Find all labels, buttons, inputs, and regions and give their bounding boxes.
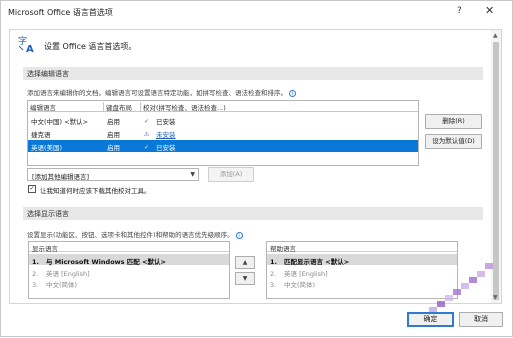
display-language-list[interactable]: 显示语言 1. 与 Microsoft Windows 匹配 <默认> 2. 英语 … — [28, 241, 230, 299]
info-icon[interactable]: i — [235, 231, 243, 239]
row-proofing-text: 已安装 — [156, 118, 176, 126]
item-label: 中文(简体) — [46, 281, 78, 289]
check-icon: ✓ — [144, 144, 150, 151]
table-row[interactable]: 中文(中国) <默认> 启用 ✓ 已安装 — [28, 114, 418, 126]
row-language: 中文(中国) <默认> — [31, 118, 89, 126]
cancel-button[interactable]: 取消 — [459, 312, 503, 327]
row-proofing-text: 已安装 — [156, 144, 176, 152]
dialog-title: Microsoft Office 语言首选项 — [8, 8, 113, 17]
list-item[interactable]: 2. 英语 [English] — [267, 266, 457, 278]
display-section-bar: 选择显示语言 — [23, 207, 483, 220]
arrow-up-icon: ▲ — [242, 259, 248, 266]
item-label: 匹配显示语言 <默认> — [284, 258, 350, 266]
scroll-up-icon[interactable]: ▲ — [493, 32, 498, 39]
download-tools-checkbox[interactable]: ✓ — [28, 185, 36, 193]
close-button[interactable]: ✕ — [485, 4, 494, 17]
ok-button[interactable]: 确定 — [407, 312, 454, 327]
header-text: 设置 Office 语言首选项。 — [44, 42, 137, 51]
list-item-selected[interactable]: 1. 匹配显示语言 <默认> — [267, 254, 457, 266]
column-header-proofing[interactable]: 校对(拼写检查、语法检查...) — [141, 102, 261, 112]
svg-text:A: A — [26, 44, 34, 54]
row-proofing: ⚠ 未安装 — [144, 129, 176, 139]
list-item-selected[interactable]: 1. 与 Microsoft Windows 匹配 <默认> — [29, 254, 229, 266]
move-down-button[interactable]: ▼ — [235, 272, 255, 285]
item-label: 与 Microsoft Windows 匹配 <默认> — [46, 258, 166, 266]
item-number: 1. — [32, 258, 39, 266]
title-bar: Microsoft Office 语言首选项 ? ✕ — [1, 1, 512, 25]
row-proofing: ✓ 已安装 — [144, 142, 176, 152]
vertical-scrollbar[interactable]: ▲ ▼ — [491, 29, 502, 304]
language-icon: 字 A — [18, 35, 34, 54]
display-section-title: 选择显示语言 — [27, 210, 69, 218]
list-item[interactable]: 3. 中文(简体) — [267, 277, 457, 289]
editing-section-title: 选择编辑语言 — [27, 70, 69, 78]
editing-description: 添加语言来编辑你的文档。编辑语言可设置语言特定功能，如拼写检查、语法检查和排序。… — [27, 87, 296, 97]
row-language: 捷克语 — [31, 131, 51, 139]
add-language-dropdown-value: [添加其他编辑语言] — [32, 173, 90, 181]
display-description-text: 设置显示(功能区、按钮、选项卡和其他控件)和帮助的语言优先级顺序。 — [27, 231, 234, 239]
help-language-header: 帮助语言 — [267, 242, 457, 253]
display-language-header: 显示语言 — [29, 242, 229, 253]
editing-language-table: 编辑语言 键盘布局 校对(拼写检查、语法检查...) 中文(中国) <默认> 启… — [27, 100, 419, 166]
info-icon[interactable]: i — [289, 89, 296, 97]
row-language: 英语(美国) — [31, 144, 63, 152]
editing-description-text: 添加语言来编辑你的文档。编辑语言可设置语言特定功能，如拼写检查、语法检查和排序。 — [27, 89, 287, 97]
row-proofing: ✓ 已安装 — [144, 116, 176, 126]
table-row[interactable]: 捷克语 启用 ⚠ 未安装 — [28, 127, 418, 139]
set-default-button[interactable]: 设为默认值(D) — [425, 134, 482, 149]
chevron-down-icon[interactable]: ▼ — [190, 171, 195, 178]
item-number: 3. — [32, 281, 39, 289]
list-item[interactable]: 3. 中文(简体) — [29, 277, 229, 289]
move-up-button[interactable]: ▲ — [235, 256, 255, 269]
item-label: 中文(简体) — [284, 281, 316, 289]
scroll-down-icon[interactable]: ▼ — [493, 294, 498, 301]
row-keyboard: 启用 — [107, 118, 120, 126]
scrollbar-thumb[interactable] — [493, 42, 499, 300]
display-description: 设置显示(功能区、按钮、选项卡和其他控件)和帮助的语言优先级顺序。 i — [27, 229, 243, 239]
item-number: 3. — [270, 281, 277, 289]
item-number: 1. — [270, 258, 277, 266]
column-header-language[interactable]: 编辑语言 — [28, 102, 104, 112]
table-header: 编辑语言 键盘布局 校对(拼写检查、语法检查...) — [28, 101, 418, 112]
warning-icon: ⚠ — [144, 131, 150, 138]
check-icon: ✓ — [144, 118, 150, 125]
add-language-dropdown[interactable]: [添加其他编辑语言] ▼ — [27, 168, 199, 181]
list-item[interactable]: 2. 英语 [English] — [29, 266, 229, 278]
table-row-selected[interactable]: 英语(美国) 启用 ✓ 已安装 — [28, 140, 418, 152]
column-header-keyboard[interactable]: 键盘布局 — [104, 102, 141, 112]
editing-section-bar: 选择编辑语言 — [23, 67, 483, 80]
help-button[interactable]: ? — [457, 6, 462, 16]
arrow-down-icon: ▼ — [242, 275, 248, 282]
download-tools-label[interactable]: 让我知道何时应该下载其他校对工具。 — [40, 185, 151, 195]
row-keyboard: 启用 — [107, 144, 120, 152]
add-button[interactable]: 添加(A) — [208, 167, 254, 182]
not-installed-link[interactable]: 未安装 — [156, 131, 176, 139]
dialog-window: Microsoft Office 语言首选项 ? ✕ ▲ ▼ 字 A 设置 Of… — [0, 0, 513, 337]
row-keyboard: 启用 — [107, 131, 120, 139]
delete-button[interactable]: 删除(R) — [425, 114, 482, 129]
help-language-list[interactable]: 帮助语言 1. 匹配显示语言 <默认> 2. 英语 [English] 3. 中文(简… — [266, 241, 458, 299]
